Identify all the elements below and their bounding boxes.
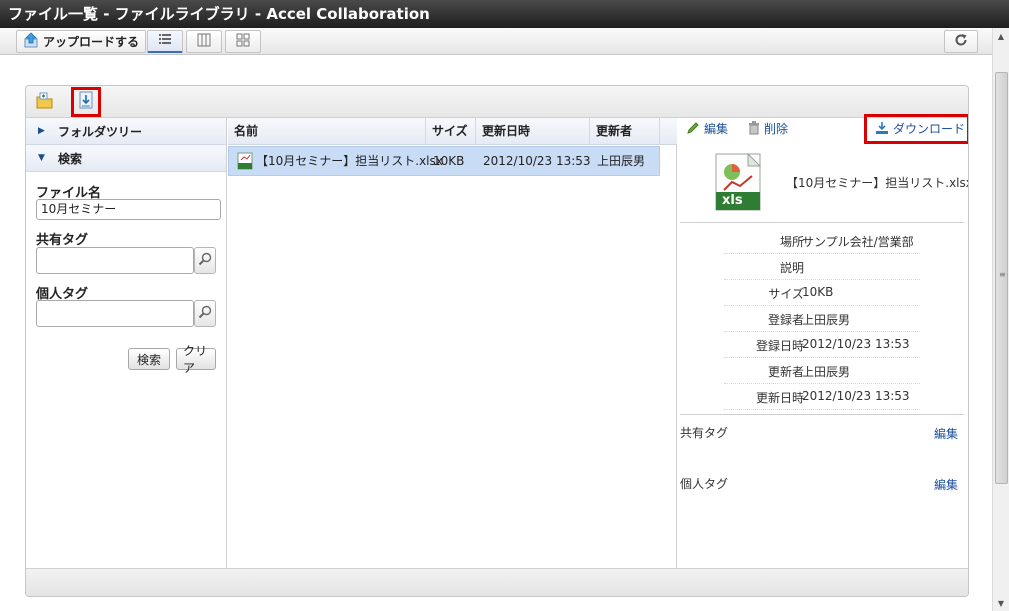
- search-header-label: 検索: [58, 151, 83, 166]
- file-updater-cell: 上田辰男: [597, 154, 646, 168]
- refresh-button[interactable]: [944, 30, 978, 53]
- detail-file-name: 【10月セミナー】担当リスト.xlsx: [786, 176, 969, 190]
- list-view-button[interactable]: [147, 30, 183, 53]
- magnifier-icon: [198, 252, 212, 269]
- filename-input[interactable]: 10月セミナー: [36, 199, 221, 220]
- folder-tree-header[interactable]: ▶ フォルダツリー: [26, 118, 226, 145]
- property-row: 更新日時 2012/10/23 13:53: [724, 384, 920, 410]
- column-header-updater[interactable]: 更新者: [590, 118, 660, 145]
- property-key: 更新日時: [755, 391, 804, 405]
- table-row[interactable]: 【10月セミナー】担当リスト.xlsx 10KB 2012/10/23 13:5…: [228, 146, 660, 176]
- panel-footer: [26, 568, 968, 596]
- file-name-text: 【10月セミナー】担当リスト.xlsx: [256, 154, 443, 168]
- property-key: 場所: [779, 235, 804, 249]
- file-detail: 編集 削除 ダウンロード xls 【10月セミナー】担当リスト.xlsx 場所 …: [678, 114, 969, 568]
- file-library-panel: ▶ フォルダツリー ▼ 検索 ファイル名 10月セミナー 共有タグ 個人タグ 検…: [25, 85, 969, 597]
- download-toolbar-highlight: [71, 87, 101, 117]
- trash-icon: [748, 121, 760, 135]
- download-link-highlight: [864, 114, 968, 144]
- column-view-button[interactable]: [186, 30, 222, 53]
- file-size-cell: 10KB: [433, 154, 465, 168]
- property-row: 更新者 上田辰男: [724, 358, 920, 384]
- shared-tag-title: 共有タグ: [680, 426, 729, 440]
- column-header-size[interactable]: サイズ: [426, 118, 476, 145]
- scroll-thumb[interactable]: ≡: [995, 72, 1008, 484]
- column-header-updated[interactable]: 更新日時: [476, 118, 590, 145]
- personal-tag-search-button[interactable]: [194, 300, 216, 327]
- property-key: 登録者: [767, 313, 804, 327]
- upload-icon: [23, 32, 39, 51]
- upload-button-label: アップロードする: [42, 35, 139, 49]
- file-list-header: 名前 サイズ 更新日時 更新者: [228, 118, 677, 145]
- pencil-icon: [686, 121, 700, 135]
- file-updated-cell: 2012/10/23 13:53: [483, 154, 591, 168]
- column-view-icon: [197, 33, 211, 50]
- property-key: サイズ: [768, 287, 804, 301]
- property-value: 上田辰男: [802, 313, 851, 327]
- property-key: 更新者: [767, 365, 804, 379]
- personal-tag-title: 個人タグ: [680, 477, 729, 491]
- personal-tag-input[interactable]: [36, 300, 194, 327]
- property-value: 2012/10/23 13:53: [802, 337, 910, 351]
- property-value: サンプル会社/営業部: [802, 235, 914, 249]
- edit-link-label: 編集: [704, 121, 729, 136]
- upload-button[interactable]: アップロードする: [16, 30, 146, 53]
- delete-link[interactable]: 削除: [748, 120, 788, 136]
- magnifier-icon: [198, 305, 212, 322]
- shared-tag-edit-link[interactable]: 編集: [934, 425, 958, 442]
- new-folder-button[interactable]: [32, 89, 58, 115]
- property-row: 登録日時 2012/10/23 13:53: [724, 332, 920, 358]
- tag-divider: [680, 414, 964, 415]
- shared-tag-search-button[interactable]: [194, 247, 216, 274]
- property-row: 登録者 上田辰男: [724, 306, 920, 332]
- clear-button[interactable]: クリア: [176, 344, 216, 375]
- scroll-up-icon[interactable]: ▲: [993, 28, 1009, 44]
- scroll-down-icon[interactable]: ▼: [993, 595, 1009, 611]
- app-toolbar: アップロードする: [0, 28, 992, 55]
- shared-tag-label: 共有タグ: [36, 233, 89, 248]
- search-button[interactable]: 検索: [128, 348, 170, 370]
- file-list: 名前 サイズ 更新日時 更新者 【10月セミナー】担当リスト.xlsx 10KB…: [228, 118, 677, 568]
- property-value: 10KB: [802, 285, 834, 299]
- list-view-icon: [158, 33, 172, 50]
- chevron-right-icon: ▶: [38, 126, 45, 136]
- property-value: 2012/10/23 13:53: [802, 389, 910, 403]
- new-folder-icon: [36, 92, 54, 113]
- sidebar: ▶ フォルダツリー ▼ 検索 ファイル名 10月セミナー 共有タグ 個人タグ 検…: [26, 118, 227, 568]
- personal-tag-edit-link[interactable]: 編集: [934, 476, 958, 493]
- refresh-icon: [954, 33, 968, 50]
- excel-file-icon: [237, 152, 253, 170]
- folder-tree-label: フォルダツリー: [58, 124, 143, 139]
- property-value: 上田辰男: [802, 365, 851, 379]
- scroll-grip-icon: ≡: [999, 270, 1006, 279]
- file-name-cell: 【10月セミナー】担当リスト.xlsx: [231, 147, 443, 175]
- property-key: 説明: [779, 261, 804, 275]
- thumbnail-view-icon: [236, 33, 250, 50]
- delete-link-label: 削除: [764, 121, 789, 136]
- property-row: 説明: [724, 254, 920, 280]
- property-row: サイズ 10KB: [724, 280, 920, 306]
- panel-toolbar: [26, 86, 968, 118]
- shared-tag-input[interactable]: [36, 247, 194, 274]
- column-header-name[interactable]: 名前: [228, 118, 426, 145]
- property-key: 登録日時: [755, 339, 804, 353]
- window-title: ファイル一覧 - ファイルライブラリ - Accel Collaboration: [0, 0, 1009, 28]
- file-type-badge: xls: [722, 193, 743, 208]
- chevron-down-icon: ▼: [38, 153, 45, 163]
- page-scrollbar[interactable]: ▲ ≡ ▼: [992, 28, 1009, 611]
- edit-link[interactable]: 編集: [686, 120, 728, 136]
- detail-divider: [680, 222, 964, 223]
- thumbnail-view-button[interactable]: [225, 30, 261, 53]
- property-row: 場所 サンプル会社/営業部: [724, 228, 920, 254]
- search-header[interactable]: ▼ 検索: [26, 145, 226, 172]
